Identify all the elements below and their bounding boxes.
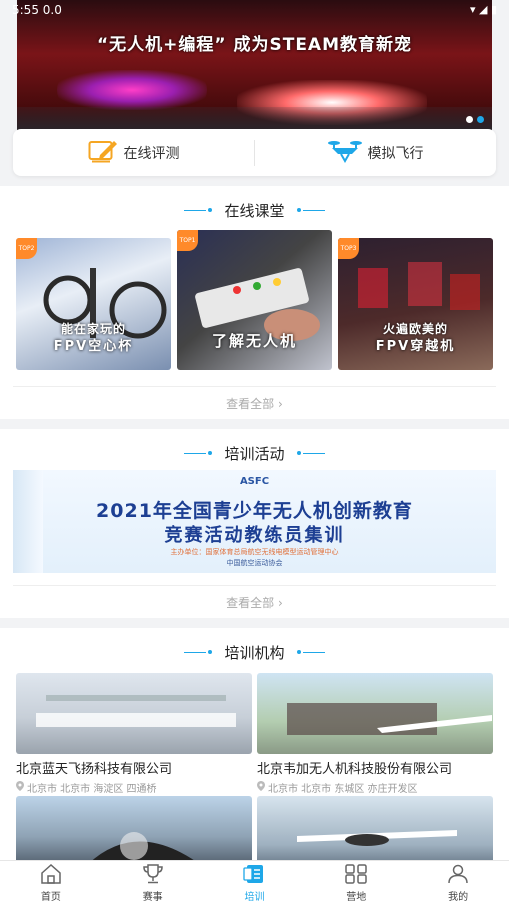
banner-dot-1[interactable] — [466, 116, 473, 123]
location-pin-icon — [16, 781, 24, 794]
banner-dot-2[interactable] — [477, 116, 484, 123]
activity-organizer: 主办单位：国家体育总局航空无线电模型运动管理中心 — [170, 548, 339, 556]
course-rank-badge: TOP1 — [177, 230, 198, 251]
tab-profile[interactable]: 我的 — [407, 861, 509, 906]
banner-title: “无人机+编程” 成为STEAM教育新宠 — [96, 35, 413, 55]
tab-profile-label: 我的 — [448, 892, 469, 903]
course-card-intro-drones[interactable]: TOP1 了解无人机 — [177, 230, 332, 370]
bottom-tab-bar: 首页 赛事 培训 营地 我的 — [0, 860, 509, 906]
view-all-label: 查看全部 — [226, 596, 278, 610]
quick-online-assessment-label: 在线评测 — [123, 145, 180, 162]
institution-name: 北京蓝天飞扬科技有限公司 — [16, 762, 173, 777]
user-icon — [447, 864, 469, 887]
course-card-fpv-coreless[interactable]: TOP2 能在家玩的 FPV空心杯 — [16, 238, 171, 370]
tab-camp[interactable]: 营地 — [305, 861, 407, 906]
course-rank-badge: TOP3 — [338, 238, 359, 259]
banner-drone-pink — [57, 70, 207, 110]
quick-flight-sim[interactable]: 模拟飞行 — [255, 129, 496, 176]
title-decoration-right — [295, 451, 325, 455]
institution-location: 北京市 北京市 海淀区 四通桥 — [16, 780, 252, 795]
online-courses-title: 在线课堂 — [224, 201, 285, 220]
tab-camp-label: 营地 — [346, 892, 367, 903]
institutions-header: 培训机构 — [0, 628, 509, 676]
online-courses-view-all[interactable]: 查看全部 › — [13, 386, 496, 420]
activity-title-line1: 2021年全国青少年无人机创新教育 — [96, 500, 413, 522]
institution-card[interactable]: 北京蓝天飞扬科技有限公司 北京市 北京市 海淀区 四通桥 — [16, 673, 252, 795]
tab-events[interactable]: 赛事 — [102, 861, 204, 906]
training-activities-view-all[interactable]: 查看全部 › — [13, 585, 496, 619]
training-activities-title: 培训活动 — [224, 444, 285, 463]
title-decoration-left — [184, 451, 214, 455]
activity-co-organizer: 中国航空运动协会 — [226, 559, 283, 567]
tab-events-label: 赛事 — [142, 892, 163, 903]
training-page: “无人机+编程” 成为STEAM教育新宠 5:55 0.0 ▾ ◢ ▮ 在线评测 — [0, 0, 509, 906]
home-icon — [40, 863, 62, 887]
location-pin-icon — [257, 781, 265, 794]
training-activities-section: 培训活动 ASFC 2021年全国青少年无人机创新教育 竞赛活动教练员集训 主办… — [0, 429, 509, 618]
pencil-edit-icon — [88, 139, 118, 167]
banner-pagination — [466, 116, 484, 123]
course-caption: 能在家玩的 FPV空心杯 — [16, 320, 171, 356]
institution-photo — [16, 673, 252, 754]
status-icons: ▾ ◢ ▮ — [469, 3, 497, 16]
drone-icon — [327, 139, 362, 167]
tab-home-label: 首页 — [40, 892, 61, 903]
tab-training[interactable]: 培训 — [204, 861, 306, 906]
chevron-right-icon: › — [278, 397, 283, 411]
institution-location-text: 北京市 北京市 东城区 亦庄开发区 — [268, 784, 418, 795]
course-caption-line2: FPV穿越机 — [375, 339, 456, 354]
institution-card[interactable]: 北京韦加无人机科技股份有限公司 北京市 北京市 东城区 亦庄开发区 — [257, 673, 493, 795]
training-icon — [243, 864, 265, 887]
training-activity-banner[interactable]: ASFC 2021年全国青少年无人机创新教育 竞赛活动教练员集训 主办单位：国家… — [13, 470, 496, 573]
course-rank-badge: TOP2 — [16, 238, 37, 259]
chevron-right-icon: › — [278, 596, 283, 610]
institution-photo — [257, 673, 493, 754]
trophy-icon — [142, 864, 164, 887]
course-card-fpv-racing[interactable]: TOP3 火遍欧美的 FPV穿越机 — [338, 238, 493, 370]
tab-home[interactable]: 首页 — [0, 861, 102, 906]
view-all-label: 查看全部 — [226, 397, 278, 411]
asfc-logo: ASFC — [239, 476, 270, 487]
activity-title-line2: 竞赛活动教练员集训 — [164, 525, 345, 546]
quick-online-assessment[interactable]: 在线评测 — [13, 129, 254, 176]
title-decoration-right — [295, 650, 325, 654]
camp-grid-icon — [345, 864, 368, 887]
institutions-title: 培训机构 — [224, 643, 285, 662]
course-caption: 火遍欧美的 FPV穿越机 — [338, 320, 493, 356]
institution-location: 北京市 北京市 东城区 亦庄开发区 — [257, 780, 493, 795]
course-caption-line1: 能在家玩的 — [60, 322, 126, 336]
online-courses-section: 在线课堂 TOP2 能在家玩的 FPV空心杯 TOP1 了解无人机 TOP3 火… — [0, 186, 509, 419]
status-bar: 5:55 0.0 ▾ ◢ ▮ — [0, 0, 509, 22]
institution-location-text: 北京市 北京市 海淀区 四通桥 — [27, 784, 157, 795]
course-caption-line2: 了解无人机 — [211, 332, 297, 350]
title-decoration-right — [295, 208, 325, 212]
title-decoration-left — [184, 650, 214, 654]
quick-actions-bar: 在线评测 模拟飞行 — [13, 129, 496, 176]
quick-flight-sim-label: 模拟飞行 — [367, 145, 424, 162]
title-decoration-left — [184, 208, 214, 212]
online-courses-header: 在线课堂 — [0, 186, 509, 234]
institution-name: 北京韦加无人机科技股份有限公司 — [257, 762, 453, 777]
tab-training-label: 培训 — [244, 892, 265, 903]
course-caption-line1: 火遍欧美的 — [382, 322, 448, 336]
course-caption-line2: FPV空心杯 — [53, 339, 134, 354]
status-time: 5:55 0.0 — [12, 3, 62, 17]
course-caption: 了解无人机 — [177, 332, 332, 350]
